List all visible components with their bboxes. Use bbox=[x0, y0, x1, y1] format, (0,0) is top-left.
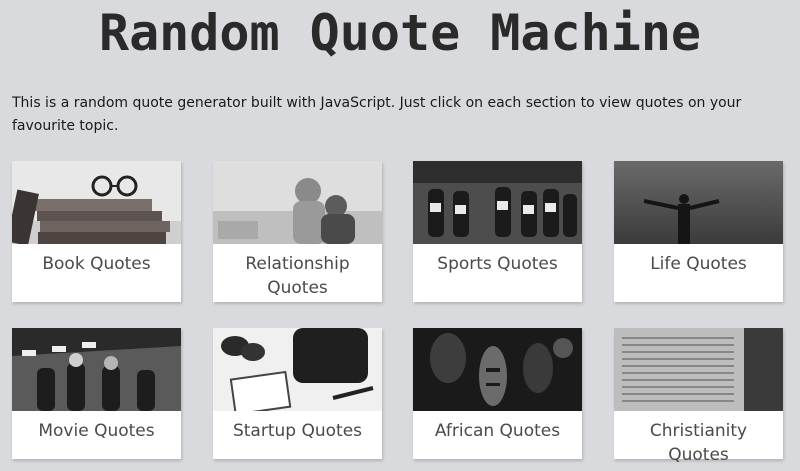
card-label: Book Quotes bbox=[42, 254, 151, 274]
desk-items-image bbox=[213, 328, 382, 411]
person-arms-open-image bbox=[614, 161, 783, 244]
card-sports-quotes[interactable]: Sports Quotes bbox=[413, 161, 582, 302]
bible-page-image bbox=[614, 328, 783, 411]
card-label: Christianity Quotes bbox=[649, 421, 748, 465]
page-title: Random Quote Machine bbox=[98, 4, 702, 62]
card-relationship-quotes[interactable]: Relationship Quotes bbox=[213, 161, 382, 302]
card-startup-quotes[interactable]: Startup Quotes bbox=[213, 328, 382, 459]
card-label: Sports Quotes bbox=[437, 254, 558, 274]
card-label: African Quotes bbox=[434, 421, 561, 441]
runners-image bbox=[413, 161, 582, 244]
card-african-quotes[interactable]: African Quotes bbox=[413, 328, 582, 459]
intro-text: This is a random quote generator built w… bbox=[12, 95, 742, 134]
book-stack-image bbox=[12, 161, 181, 244]
card-movie-quotes[interactable]: Movie Quotes bbox=[12, 328, 181, 459]
card-christianity-quotes[interactable]: Christianity Quotes bbox=[614, 328, 783, 465]
card-label: Relationship Quotes bbox=[245, 254, 350, 298]
couple-image bbox=[213, 161, 382, 244]
film-set-image bbox=[12, 328, 181, 411]
card-label: Movie Quotes bbox=[38, 421, 155, 441]
card-label: Life Quotes bbox=[650, 254, 747, 274]
african-mask-image bbox=[413, 328, 582, 411]
card-life-quotes[interactable]: Life Quotes bbox=[614, 161, 783, 302]
card-book-quotes[interactable]: Book Quotes bbox=[12, 161, 181, 302]
card-label: Startup Quotes bbox=[232, 421, 363, 441]
